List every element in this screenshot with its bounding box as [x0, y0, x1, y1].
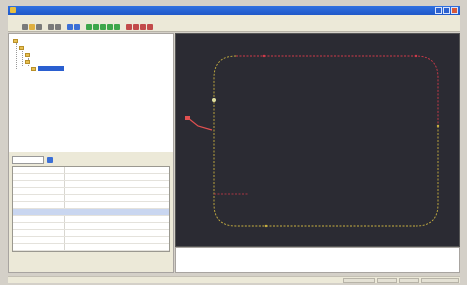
tool-icon[interactable]: [48, 23, 54, 30]
application-window: [0, 0, 467, 285]
node-marker[interactable]: [264, 224, 268, 228]
track-path-left[interactable]: [213, 98, 266, 227]
tool-icon[interactable]: [107, 23, 113, 30]
properties-tab[interactable]: [12, 156, 44, 164]
menu-bar: [8, 15, 460, 22]
node-marker[interactable]: [262, 54, 266, 58]
status-cell: [399, 278, 419, 283]
tool-icon[interactable]: [140, 23, 146, 30]
tree-connector: [22, 48, 23, 66]
node-marker[interactable]: [414, 54, 418, 58]
property-row[interactable]: [13, 174, 169, 181]
properties-panel: [9, 152, 173, 272]
property-row[interactable]: [13, 230, 169, 237]
status-cell: [421, 278, 459, 283]
tool-icon[interactable]: [67, 23, 73, 30]
track-path-top[interactable]: [236, 55, 439, 126]
property-row[interactable]: [13, 195, 169, 202]
property-grid: [12, 166, 170, 252]
tool-icon[interactable]: [55, 23, 61, 30]
tool-icon[interactable]: [93, 23, 99, 30]
close-button[interactable]: [451, 7, 458, 14]
title-bar: [8, 6, 460, 15]
left-panel: [8, 33, 174, 273]
node-marker[interactable]: [212, 98, 216, 102]
property-row[interactable]: [13, 202, 169, 209]
tree-node[interactable]: [25, 59, 32, 64]
property-row[interactable]: [13, 188, 169, 195]
property-row[interactable]: [13, 237, 169, 244]
property-category[interactable]: [13, 209, 169, 216]
new-icon[interactable]: [22, 23, 28, 30]
tree-node[interactable]: [13, 38, 20, 43]
folder-icon: [25, 52, 30, 57]
status-cell: [343, 278, 375, 283]
track-drawing: [185, 54, 440, 228]
property-row[interactable]: [13, 223, 169, 230]
design-canvas[interactable]: [175, 33, 460, 247]
property-row[interactable]: [13, 216, 169, 223]
output-pane: [175, 247, 460, 273]
status-bar: [8, 276, 460, 283]
cursor-arrow-icon: [187, 117, 213, 131]
tree-node-selected[interactable]: [31, 66, 64, 71]
properties-tabbar: [12, 156, 53, 164]
tool-icon[interactable]: [126, 23, 132, 30]
app-icon: [10, 7, 16, 13]
pin-icon[interactable]: [47, 157, 53, 163]
tree-connector: [16, 43, 17, 69]
property-row[interactable]: [13, 244, 169, 251]
toolbar: [8, 22, 460, 32]
window-controls: [435, 7, 458, 14]
tool-icon[interactable]: [86, 23, 92, 30]
tool-icon[interactable]: [74, 23, 80, 30]
status-cell: [377, 278, 397, 283]
track-path-corner-top-left[interactable]: [213, 55, 237, 98]
tool-icon[interactable]: [114, 23, 120, 30]
save-icon[interactable]: [36, 23, 42, 30]
folder-icon: [19, 45, 24, 50]
cursor-marker: [185, 116, 190, 120]
property-row[interactable]: [13, 181, 169, 188]
project-tree: [13, 38, 163, 158]
item-icon: [31, 66, 36, 71]
node-marker[interactable]: [436, 124, 440, 128]
tree-node[interactable]: [25, 52, 32, 57]
tool-icon[interactable]: [133, 23, 139, 30]
maximize-button[interactable]: [443, 7, 450, 14]
track-path-right[interactable]: [415, 126, 439, 227]
minimize-button[interactable]: [435, 7, 442, 14]
open-icon[interactable]: [29, 23, 35, 30]
tree-node[interactable]: [19, 45, 26, 50]
tool-icon[interactable]: [147, 23, 153, 30]
folder-icon: [13, 38, 18, 43]
tool-icon[interactable]: [100, 23, 106, 30]
property-row[interactable]: [13, 167, 169, 174]
folder-icon: [25, 59, 30, 64]
